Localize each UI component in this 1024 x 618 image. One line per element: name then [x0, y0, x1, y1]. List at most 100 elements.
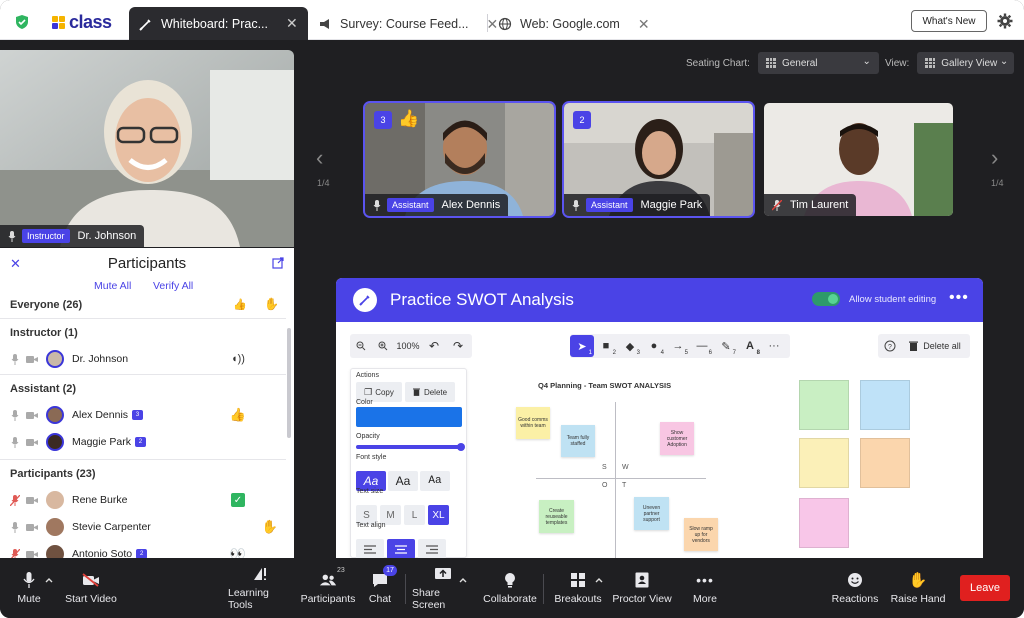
list-item[interactable]: Maggie Park 2	[0, 431, 286, 453]
microphone-muted-icon[interactable]	[10, 494, 20, 506]
swatch-pink[interactable]	[799, 498, 849, 548]
reactions-button[interactable]: Reactions	[830, 558, 880, 618]
circle-tool[interactable]: ● 4	[642, 335, 666, 357]
raise-hand-button[interactable]: ✋ Raise Hand	[890, 558, 946, 618]
align-right-icon[interactable]	[418, 539, 446, 558]
camera-icon[interactable]	[26, 549, 38, 559]
learning-tools-button[interactable]: Learning Tools	[228, 558, 294, 618]
swatch-orange[interactable]	[860, 438, 910, 488]
chevron-up-icon[interactable]	[44, 575, 54, 585]
avatar	[46, 518, 64, 536]
gallery-tile-alex-dennis[interactable]: 3 👍 Assistant Alex Dennis	[363, 101, 556, 218]
microphone-icon	[20, 571, 38, 589]
sticky-note[interactable]: Team fully staffed	[561, 425, 595, 457]
tab-whiteboard[interactable]: Whiteboard: Prac... ✕	[129, 7, 308, 40]
gallery-next-icon[interactable]: ›	[991, 145, 998, 171]
mute-button[interactable]: Mute	[12, 558, 46, 618]
list-item[interactable]: Stevie Carpenter	[0, 516, 286, 538]
chevron-up-icon[interactable]	[458, 575, 468, 585]
gallery-prev-icon[interactable]: ‹	[316, 145, 323, 171]
color-picker[interactable]	[356, 407, 462, 427]
tab-survey[interactable]: Survey: Course Feed... ✕	[318, 8, 498, 40]
gear-icon[interactable]	[997, 13, 1013, 29]
camera-icon[interactable]	[26, 354, 38, 365]
raise-hand-icon: ✋	[908, 572, 928, 589]
avatar	[46, 350, 64, 368]
sticky-note[interactable]: Uneven partner support	[634, 497, 669, 530]
leave-button[interactable]: Leave	[960, 575, 1010, 601]
zoom-in-icon[interactable]	[372, 335, 394, 357]
tab-label: Whiteboard: Prac...	[161, 16, 268, 31]
verified-shield-icon[interactable]	[14, 14, 30, 30]
sticky-note[interactable]: Create reuseable templates	[539, 500, 574, 533]
proctor-view-button[interactable]: Proctor View	[611, 558, 673, 618]
mute-all-link[interactable]: Mute All	[94, 280, 131, 292]
camera-icon[interactable]	[26, 495, 38, 506]
delete-button[interactable]: Delete	[405, 382, 455, 402]
thumbs-up-all-icon[interactable]: 👍	[233, 298, 247, 311]
camera-icon[interactable]	[26, 437, 38, 448]
zoom-out-icon[interactable]	[350, 335, 372, 357]
pop-out-icon[interactable]	[272, 257, 284, 269]
participants-scrollbar[interactable]	[287, 328, 291, 438]
chevron-up-icon[interactable]	[594, 575, 604, 585]
sticky-note[interactable]: Show customer Adoption	[660, 422, 694, 455]
more-options-icon[interactable]: •••	[949, 289, 969, 307]
arrow-tool[interactable]: → 5	[666, 335, 690, 357]
microphone-icon[interactable]	[10, 409, 20, 421]
delete-all-button[interactable]: Delete all	[902, 335, 968, 357]
allow-editing-toggle[interactable]	[812, 292, 840, 306]
text-tool[interactable]: A8	[738, 335, 762, 357]
rectangle-tool[interactable]: ■ 2	[594, 335, 618, 357]
divider	[0, 459, 286, 460]
gallery-tile-maggie-park[interactable]: 2 Assistant Maggie Park	[562, 101, 755, 218]
close-tab-icon[interactable]: ✕	[487, 16, 499, 33]
opacity-slider[interactable]	[356, 443, 465, 451]
swatch-green[interactable]	[799, 380, 849, 430]
seating-chart-select[interactable]: General ⌄	[757, 52, 879, 74]
share-screen-button[interactable]: Share Screen	[412, 558, 474, 618]
select-tool[interactable]: ➤ 1	[570, 335, 594, 357]
verify-all-link[interactable]: Verify All	[153, 280, 193, 292]
microphone-muted-icon[interactable]	[10, 548, 20, 559]
whats-new-button[interactable]: What's New	[911, 10, 987, 32]
collaborate-button[interactable]: Collaborate	[480, 558, 540, 618]
swatch-blue[interactable]	[860, 380, 910, 430]
sticky-note[interactable]: Slow ramp up for vendors	[684, 518, 718, 551]
line-tool[interactable]: —6	[690, 335, 714, 357]
undo-icon[interactable]: ↶	[422, 335, 446, 357]
swatch-yellow[interactable]	[799, 438, 849, 488]
sticky-note[interactable]: Good comms within team	[516, 407, 550, 439]
start-video-button[interactable]: Start Video	[62, 558, 120, 618]
properties-panel: Actions ❐ Copy Delete Color Opacity Font…	[350, 368, 467, 558]
microphone-icon[interactable]	[10, 353, 20, 365]
font-style-sans[interactable]: Aa	[388, 471, 418, 491]
breakouts-button[interactable]: Breakouts	[552, 558, 604, 618]
slider-handle[interactable]	[457, 443, 465, 451]
view-select[interactable]: Gallery View ⌄	[917, 52, 1015, 74]
microphone-icon[interactable]	[10, 521, 20, 533]
text-size-xl[interactable]: XL	[428, 505, 449, 525]
zoom-level[interactable]: 100%	[394, 335, 422, 357]
instructor-video[interactable]: Instructor Dr. Johnson	[0, 50, 294, 247]
align-left-icon[interactable]	[356, 539, 384, 558]
camera-icon[interactable]	[26, 522, 38, 533]
close-tab-icon[interactable]: ✕	[286, 15, 298, 32]
more-tools-icon[interactable]: ···	[762, 335, 786, 357]
hand-all-icon[interactable]: ✋	[264, 297, 279, 311]
help-icon[interactable]: ?	[878, 335, 902, 357]
participants-button[interactable]: 23 Participants	[299, 558, 357, 618]
font-style-mono[interactable]: Aa	[420, 471, 450, 491]
pencil-tool[interactable]: ✎ 7	[714, 335, 738, 357]
redo-icon[interactable]: ↷	[446, 335, 470, 357]
text-size-l[interactable]: L	[404, 505, 425, 525]
more-button[interactable]: ••• More	[688, 558, 722, 618]
camera-icon[interactable]	[26, 410, 38, 421]
chat-button[interactable]: 17 Chat	[362, 558, 398, 618]
close-tab-icon[interactable]: ✕	[638, 16, 650, 33]
align-center-icon[interactable]	[387, 539, 415, 558]
microphone-icon[interactable]	[10, 436, 20, 448]
tab-web[interactable]: Web: Google.com ✕	[498, 8, 650, 40]
diamond-tool[interactable]: ◆ 3	[618, 335, 642, 357]
gallery-tile-tim-laurent[interactable]: Tim Laurent	[764, 103, 953, 216]
